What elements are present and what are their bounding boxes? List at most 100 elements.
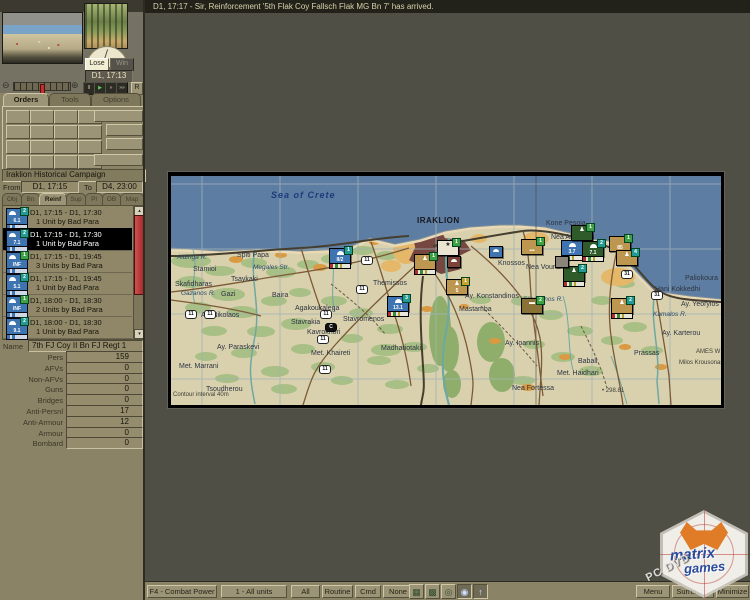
order-button[interactable]: [6, 155, 30, 169]
order-button[interactable]: [6, 140, 30, 154]
orders-panel: [2, 106, 145, 170]
stats-row-label: AFVs: [3, 364, 63, 373]
grid-icon[interactable]: ▦: [409, 584, 424, 599]
unit-status-strip: [582, 256, 604, 262]
parachute-icon: [9, 277, 16, 281]
map-unit-counter[interactable]: ♟1: [414, 254, 436, 270]
order-side-button[interactable]: [94, 110, 143, 122]
toolbar-button[interactable]: All: [291, 585, 320, 598]
map-unit-counter[interactable]: •••1: [521, 239, 543, 255]
unit-count-badge: 1: [624, 234, 633, 243]
map-unit-counter[interactable]: ♟2: [563, 266, 585, 282]
order-button[interactable]: [54, 110, 78, 124]
parachute-icon: [493, 249, 499, 252]
reinforcement-item[interactable]: 9.12D1, 18:00 - D1, 18:301 Unit by Bad P…: [3, 316, 132, 339]
reinforcement-time: D1, 17:15 - D1, 19:45: [30, 274, 102, 283]
order-button[interactable]: [78, 140, 102, 154]
order-button[interactable]: [54, 125, 78, 139]
order-button[interactable]: [30, 155, 54, 169]
zoom-in-icon[interactable]: ⊕: [71, 79, 79, 91]
map-zoom-slider[interactable]: ⊖ ⊕: [2, 79, 81, 91]
to-field[interactable]: D4, 23:00: [96, 181, 143, 193]
order-button[interactable]: [30, 125, 54, 139]
order-side-button[interactable]: [94, 154, 143, 166]
toolbar-button[interactable]: F4 - Combat Power: [147, 585, 217, 598]
order-button[interactable]: [30, 140, 54, 154]
campaign-time-range: From D1, 17:15 To D4, 23:00: [0, 181, 145, 193]
unit-display-icon[interactable]: ▩: [425, 584, 440, 599]
reinforcement-desc: 2 Units by Bad Para: [36, 305, 103, 314]
panel-tabs: OrdersToolsOptions: [2, 93, 143, 106]
reinforcement-item[interactable]: 6.12D1, 17:15 - D1, 17:301 Unit by Bad P…: [3, 206, 132, 229]
reinforcement-list: 6.12D1, 17:15 - D1, 17:301 Unit by Bad P…: [2, 205, 134, 340]
tab-tools[interactable]: Tools: [49, 93, 91, 106]
reinforcement-desc: 1 Unit by Bad Para: [36, 217, 99, 226]
map-unit-counter[interactable]: ♟4: [616, 250, 638, 266]
map-unit-counter[interactable]: ♟2: [611, 298, 633, 314]
map-unit-counter[interactable]: ▬2: [521, 298, 543, 314]
unit-count-badge: 1: [452, 238, 461, 247]
tab-options[interactable]: Options: [91, 93, 141, 106]
map-unit-counter[interactable]: ★1: [437, 240, 459, 256]
message-bar[interactable]: D1, 17:17 - Sir, Reinforcement '5th Flak…: [145, 0, 750, 13]
reinforcement-item[interactable]: INF1D1, 18:00 - D1, 18:302 Units by Bad …: [3, 294, 132, 317]
order-button[interactable]: [6, 125, 30, 139]
unit-count-badge: 1: [461, 277, 470, 286]
order-button[interactable]: [30, 110, 54, 124]
terrain-preview[interactable]: [2, 12, 83, 64]
unit-count-badge: 2: [20, 207, 29, 216]
toolbar-button[interactable]: 1 - All units: [221, 585, 287, 598]
unit-counter-icon: 7.12: [6, 230, 28, 247]
zoom-track[interactable]: [13, 82, 71, 91]
parachute-icon: [569, 243, 576, 247]
map-unit-counter[interactable]: ♟51: [446, 279, 468, 295]
sidebar-edge: [143, 0, 145, 600]
zoom-out-icon[interactable]: ⊖: [2, 79, 10, 91]
map-units: II/2113.133.7★1♟1•••1♟17.12♟2♟51▬2851♟4♟…: [171, 176, 721, 405]
parachute-icon: [9, 321, 16, 325]
order-button[interactable]: [54, 140, 78, 154]
to-label: To: [84, 183, 92, 192]
tab-orders[interactable]: Orders: [3, 93, 49, 106]
map-unit-counter[interactable]: [555, 256, 569, 268]
from-field[interactable]: D1, 17:15: [21, 181, 79, 193]
map-unit-counter[interactable]: II/21: [329, 248, 351, 264]
unit-count-badge: 1: [586, 223, 595, 232]
map-unit-counter[interactable]: 13.13: [387, 296, 409, 312]
find-unit-icon[interactable]: ◎: [441, 584, 456, 599]
unit-status-strip: [563, 281, 585, 287]
map-window: Sea of CreteIRAKLIONAldinga R.Spiti Papa…: [167, 171, 725, 409]
unit-count-badge: 3: [402, 294, 411, 303]
toolbar-button[interactable]: Cmd: [355, 585, 381, 598]
map-unit-counter[interactable]: [447, 256, 461, 268]
reinforcement-item[interactable]: 7.12D1, 17:15 - D1, 17:301 Unit by Bad P…: [3, 228, 132, 251]
parachute-icon: [451, 259, 457, 262]
order-button[interactable]: [6, 110, 30, 124]
map-canvas[interactable]: Sea of CreteIRAKLIONAldinga R.Spiti Papa…: [171, 176, 721, 405]
objective-toggle-icon[interactable]: ◉: [457, 584, 472, 599]
order-side-button[interactable]: [106, 138, 143, 150]
order-button[interactable]: [54, 155, 78, 169]
map-unit-counter[interactable]: 7.12: [582, 241, 604, 257]
sidebar-top-panel: Lose Win D1, 17:13 II▶»»»R ⊖ ⊕: [0, 0, 143, 93]
map-unit-counter[interactable]: [489, 246, 503, 258]
reinforcement-item[interactable]: INF1D1, 17:15 - D1, 19:453 Units by Bad …: [3, 250, 132, 273]
stats-name-label: Name: [3, 342, 23, 351]
reinforcement-item[interactable]: 5.12D1, 17:15 - D1, 19:451 Unit by Bad P…: [3, 272, 132, 295]
sidebar: Lose Win D1, 17:13 II▶»»»R ⊖ ⊕ OrdersToo…: [0, 0, 145, 600]
matrix-games-logo: matrix games PC DVD: [660, 510, 748, 598]
map-unit-counter[interactable]: 3.7: [561, 240, 583, 256]
toolbar-button[interactable]: Routine: [322, 585, 353, 598]
map-unit-counter[interactable]: ♟1: [571, 225, 593, 241]
stats-row-label: Guns: [3, 385, 63, 394]
order-button[interactable]: [78, 125, 102, 139]
stats-row-label: Non-AFVs: [3, 375, 63, 384]
stats-row-label: Pers: [3, 353, 63, 362]
stats-row-value: 0: [66, 437, 143, 449]
up-arrow-icon[interactable]: ↑: [473, 584, 488, 599]
unit-status-strip: [387, 311, 409, 317]
reinforcement-time: D1, 18:00 - D1, 18:30: [30, 318, 102, 327]
unit-counter-label: 5: [447, 288, 467, 294]
order-side-button[interactable]: [106, 124, 143, 136]
parachute-icon: [9, 255, 16, 259]
